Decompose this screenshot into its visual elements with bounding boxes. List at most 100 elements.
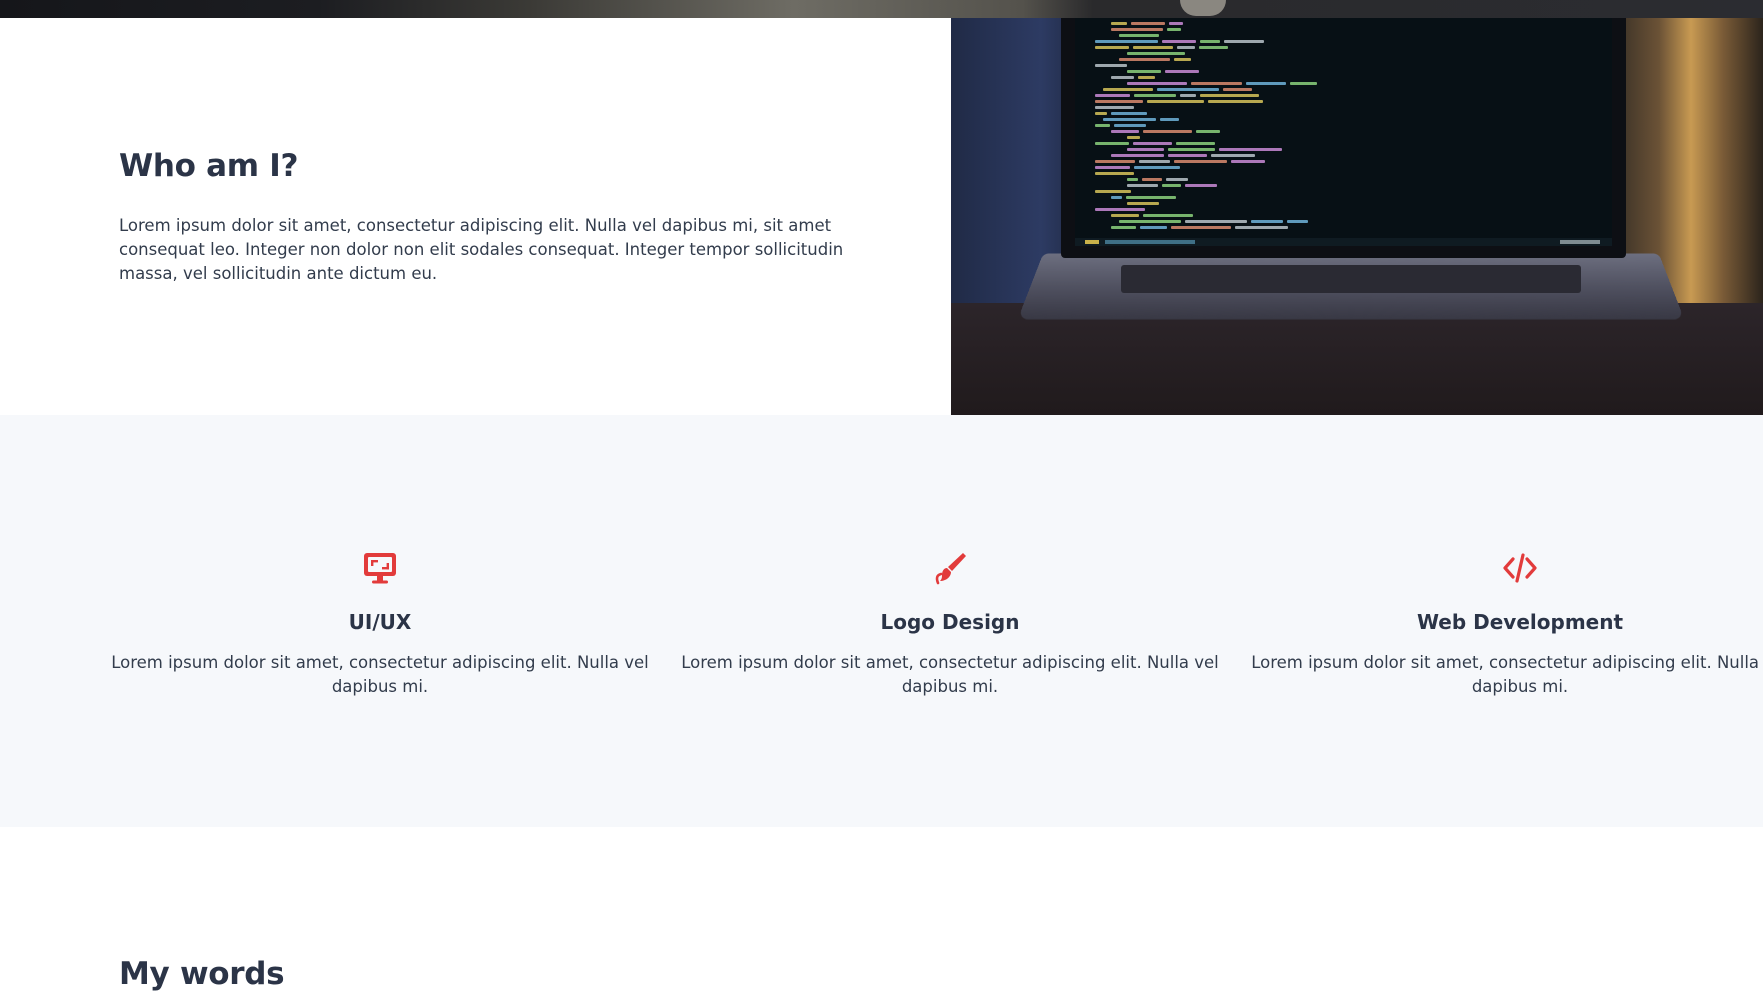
code-line xyxy=(1095,124,1110,127)
desktop-icon xyxy=(364,553,396,584)
code-line xyxy=(1208,100,1263,103)
about-section: Who am I? Lorem ipsum dolor sit amet, co… xyxy=(0,18,1763,415)
code-line xyxy=(1138,76,1155,79)
code-line xyxy=(1131,22,1165,25)
code-line xyxy=(1134,94,1176,97)
code-line xyxy=(1168,154,1207,157)
services-section: UI/UX Lorem ipsum dolor sit amet, consec… xyxy=(0,415,1763,827)
paintbrush-icon xyxy=(935,553,966,585)
code-line xyxy=(1140,226,1167,229)
code-line xyxy=(1095,64,1127,67)
code-line xyxy=(1095,172,1134,175)
code-line xyxy=(1196,130,1220,133)
code-line xyxy=(1103,88,1153,91)
code-line xyxy=(1127,178,1138,181)
code-line xyxy=(1200,94,1259,97)
code-icon xyxy=(1503,553,1537,583)
editor-statusbar xyxy=(1075,238,1612,246)
code-line xyxy=(1165,70,1199,73)
photo-desk xyxy=(951,303,1763,415)
code-line xyxy=(1160,118,1179,121)
code-line xyxy=(1134,166,1180,169)
code-line xyxy=(1095,40,1158,43)
code-line xyxy=(1127,70,1161,73)
code-line xyxy=(1235,226,1288,229)
hero-image-strip xyxy=(0,0,1763,18)
code-line xyxy=(1143,130,1192,133)
laptop-screen xyxy=(1075,18,1612,246)
code-line xyxy=(1119,34,1159,37)
code-line xyxy=(1251,220,1283,223)
code-line xyxy=(1171,226,1231,229)
code-line xyxy=(1111,226,1136,229)
code-line xyxy=(1103,118,1156,121)
code-line xyxy=(1147,100,1204,103)
code-line xyxy=(1139,160,1170,163)
code-line xyxy=(1162,184,1181,187)
code-line xyxy=(1095,190,1131,193)
code-line xyxy=(1111,154,1164,157)
service-title: Logo Design xyxy=(880,610,1020,634)
code-line xyxy=(1176,142,1215,145)
code-line xyxy=(1111,28,1163,31)
code-line xyxy=(1095,208,1145,211)
laptop-keyboard xyxy=(1121,265,1581,293)
my-words-title: My words xyxy=(119,956,285,992)
code-line xyxy=(1095,142,1129,145)
code-line xyxy=(1126,196,1176,199)
code-line xyxy=(1211,154,1255,157)
code-line xyxy=(1142,178,1162,181)
service-description: Lorem ipsum dolor sit amet, consectetur … xyxy=(111,653,649,696)
service-description: Lorem ipsum dolor sit amet, consectetur … xyxy=(1251,653,1763,696)
code-line xyxy=(1287,220,1308,223)
code-line xyxy=(1111,130,1139,133)
code-line xyxy=(1290,82,1317,85)
code-line xyxy=(1111,196,1122,199)
code-line xyxy=(1111,22,1127,25)
code-line xyxy=(1180,94,1196,97)
code-line xyxy=(1119,58,1170,61)
code-line xyxy=(1127,148,1164,151)
code-line xyxy=(1143,214,1193,217)
code-line xyxy=(1166,178,1188,181)
code-line xyxy=(1174,160,1227,163)
code-line xyxy=(1199,46,1228,49)
code-line xyxy=(1157,88,1219,91)
code-line xyxy=(1095,106,1134,109)
code-line xyxy=(1114,124,1146,127)
code-line xyxy=(1219,148,1282,151)
code-line xyxy=(1095,112,1107,115)
code-line xyxy=(1127,82,1187,85)
code-line xyxy=(1127,184,1158,187)
code-line xyxy=(1095,100,1143,103)
code-line xyxy=(1223,88,1252,91)
code-line xyxy=(1095,94,1130,97)
code-line xyxy=(1177,46,1195,49)
code-line xyxy=(1224,40,1264,43)
code-line xyxy=(1246,82,1286,85)
code-line xyxy=(1185,184,1217,187)
code-line xyxy=(1095,166,1130,169)
code-line xyxy=(1127,136,1140,139)
code-line xyxy=(1185,220,1247,223)
service-title: UI/UX xyxy=(348,610,412,634)
code-line xyxy=(1133,46,1173,49)
about-title: Who am I? xyxy=(119,148,299,184)
code-line xyxy=(1119,220,1181,223)
code-line xyxy=(1167,28,1181,31)
about-text: Lorem ipsum dolor sit amet, consectetur … xyxy=(119,216,844,283)
code-line xyxy=(1111,76,1134,79)
service-description: Lorem ipsum dolor sit amet, consectetur … xyxy=(681,653,1219,696)
code-line xyxy=(1095,46,1129,49)
code-line xyxy=(1231,160,1265,163)
code-line xyxy=(1200,40,1220,43)
laptop-lid xyxy=(1061,18,1626,258)
code-line xyxy=(1162,40,1196,43)
code-line xyxy=(1111,214,1139,217)
code-line xyxy=(1133,142,1172,145)
code-line xyxy=(1169,22,1183,25)
laptop-photo xyxy=(951,18,1763,415)
hero-image-detail xyxy=(1180,0,1226,16)
service-title: Web Development xyxy=(1416,610,1624,634)
code-line xyxy=(1191,82,1242,85)
